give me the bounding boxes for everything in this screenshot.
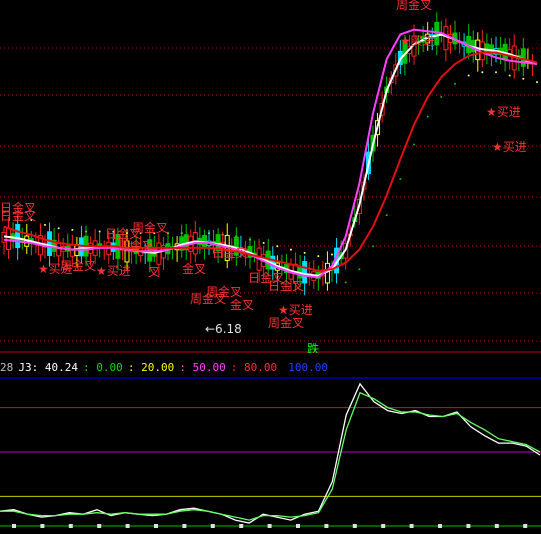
indicator-panel[interactable] [0,370,541,534]
indicator-tick-16 [466,524,471,528]
stock-chart-window: 日金叉 日金叉 周金叉 日金叉 日金叉 周金叉 金叉 周金叉叉日金叉 周金叉 日金叉 周金叉 周金叉金… [0,0,541,534]
indicator-tick-18 [523,524,528,528]
signal-label-2: 周金叉 [132,220,168,235]
indicator-tick-7 [210,524,215,528]
trend-dot-5 [71,228,74,231]
indicator-tick-0 [12,524,16,528]
signal-label-15: 周金叉 [268,315,304,330]
indicator-tick-15 [438,524,442,528]
indicator-tick-13 [381,524,386,528]
indicator-header: 28 J3: 40.24 : 0.00 : 20.00 : 50.00 : 80… [0,356,328,374]
trend-dot-4 [57,227,60,230]
trend-dot-39 [536,81,538,84]
trend-dot-36 [495,71,497,74]
signal-label-20: ★买进 [486,105,521,119]
indicator-series-1 [0,391,541,521]
indicator-levels [0,377,541,527]
indicator-tick-2 [68,524,73,528]
price-grid [0,47,541,353]
trend-dot-7 [98,230,101,233]
signal-labels: 日金叉日金叉周金叉日金叉日金叉周金叉金叉周金叉 叉日金叉周金叉日金叉周金叉周金叉金… [0,0,527,353]
indicator-tick-3 [97,524,102,528]
indicator-lines [0,382,541,524]
candle-body-12 [56,241,62,257]
trend-dot-27 [372,245,374,248]
signal-label-11: 日金叉 [248,270,284,285]
trend-dot-19 [262,241,265,244]
signal-label-18: ★买进 [278,303,313,317]
candle-body-1 [6,227,12,251]
signal-label-21: ★买进 [492,140,527,154]
candle-body-10 [47,231,53,256]
trend-dot-23 [317,255,320,258]
trend-dot-20 [276,245,279,248]
indicator-tick-10 [296,524,300,528]
trend-dot-21 [290,248,292,251]
indicator-tick-8 [239,524,244,528]
signal-label-17: ★买进 [96,264,131,278]
trend-dot-29 [399,177,402,180]
trend-dot-38 [522,77,525,80]
signal-label-14: 金叉 [230,297,254,312]
candle-body-34 [156,242,162,265]
indicator-series-0 [0,382,541,524]
trend-dot-25 [344,281,347,284]
trend-dot-33 [454,82,456,85]
candle-body-3 [15,224,21,249]
signal-label-3: 日金叉 [212,245,248,260]
indicator-tick-5 [154,524,158,528]
trend-dot-34 [467,74,470,77]
candle-body-95 [434,21,440,46]
trend-dot-35 [481,71,484,74]
trend-dot-31 [426,115,429,118]
trend-dot-3 [44,223,46,226]
indicator-tick-12 [352,524,357,528]
signal-label-10: 周金叉 [118,238,154,253]
trend-dot-28 [385,214,388,217]
signal-label-22: ←6.18 [205,322,242,336]
trend-dot-32 [440,95,443,98]
signal-label-5: 周金叉 [396,0,432,12]
trend-dot-26 [358,268,361,271]
indicator-tick-1 [40,524,45,528]
indicator-tick-11 [324,524,329,528]
signal-label-19: ★买进 [400,34,435,48]
trend-dot-37 [508,74,511,77]
signal-label-6: 金叉 [182,261,206,276]
signal-label-23: 跌 [307,341,319,353]
candle-body-97 [443,26,449,51]
trend-dot-30 [413,143,415,146]
trend-dot-22 [303,251,306,254]
signal-label-13: 周金叉 [206,284,242,299]
candles [1,12,535,296]
indicator-tick-4 [125,524,130,528]
trend-dot-24 [331,253,333,256]
signal-label-9: 日金叉 [0,208,36,223]
signal-label-8: 叉 [148,265,160,279]
indicator-tick-17 [494,524,499,528]
signal-label-16: ★买进 [38,262,73,276]
indicator-tick-9 [267,524,272,528]
price-panel[interactable]: 日金叉日金叉周金叉日金叉日金叉周金叉金叉周金叉 叉日金叉周金叉日金叉周金叉周金叉金… [0,0,541,353]
indicator-tick-6 [182,524,187,528]
indicator-tick-14 [409,524,414,528]
